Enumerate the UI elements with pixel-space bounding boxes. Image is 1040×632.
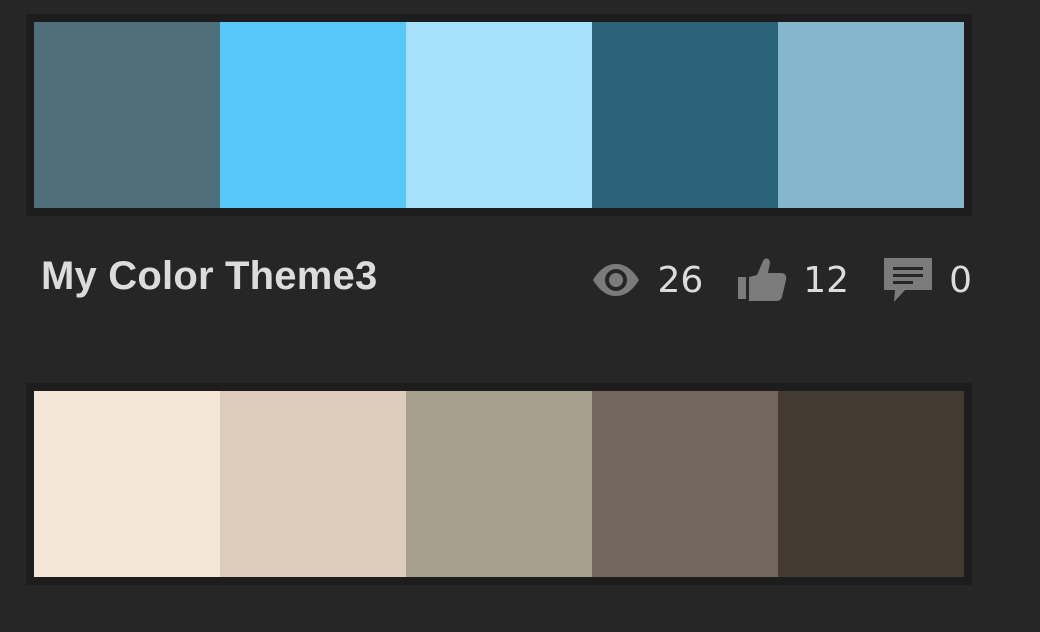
comments-stat[interactable]: 0	[883, 256, 972, 304]
color-swatch[interactable]	[592, 22, 778, 208]
theme-meta: My Color Theme3 26 12 0	[26, 216, 972, 316]
comments-count: 0	[949, 259, 972, 301]
theme-stats: 26 12 0	[591, 252, 972, 308]
theme-title[interactable]: My Color Theme3	[41, 254, 377, 299]
color-swatch[interactable]	[592, 391, 778, 577]
likes-count: 12	[803, 259, 850, 301]
theme-card[interactable]	[26, 383, 972, 585]
views-stat: 26	[591, 260, 703, 301]
color-swatch[interactable]	[406, 22, 592, 208]
theme-card[interactable]: My Color Theme3 26 12 0	[26, 14, 972, 316]
color-palette[interactable]	[26, 383, 972, 585]
color-swatch[interactable]	[778, 22, 964, 208]
views-count: 26	[657, 259, 704, 301]
color-swatch[interactable]	[34, 22, 220, 208]
eye-icon	[591, 263, 641, 297]
color-swatch[interactable]	[34, 391, 220, 577]
thumbs-up-icon[interactable]	[737, 255, 787, 305]
comment-icon[interactable]	[883, 256, 933, 304]
color-swatch[interactable]	[406, 391, 592, 577]
color-swatch[interactable]	[778, 391, 964, 577]
color-swatch[interactable]	[220, 22, 406, 208]
likes-stat[interactable]: 12	[737, 255, 849, 305]
color-palette[interactable]	[26, 14, 972, 216]
color-swatch[interactable]	[220, 391, 406, 577]
